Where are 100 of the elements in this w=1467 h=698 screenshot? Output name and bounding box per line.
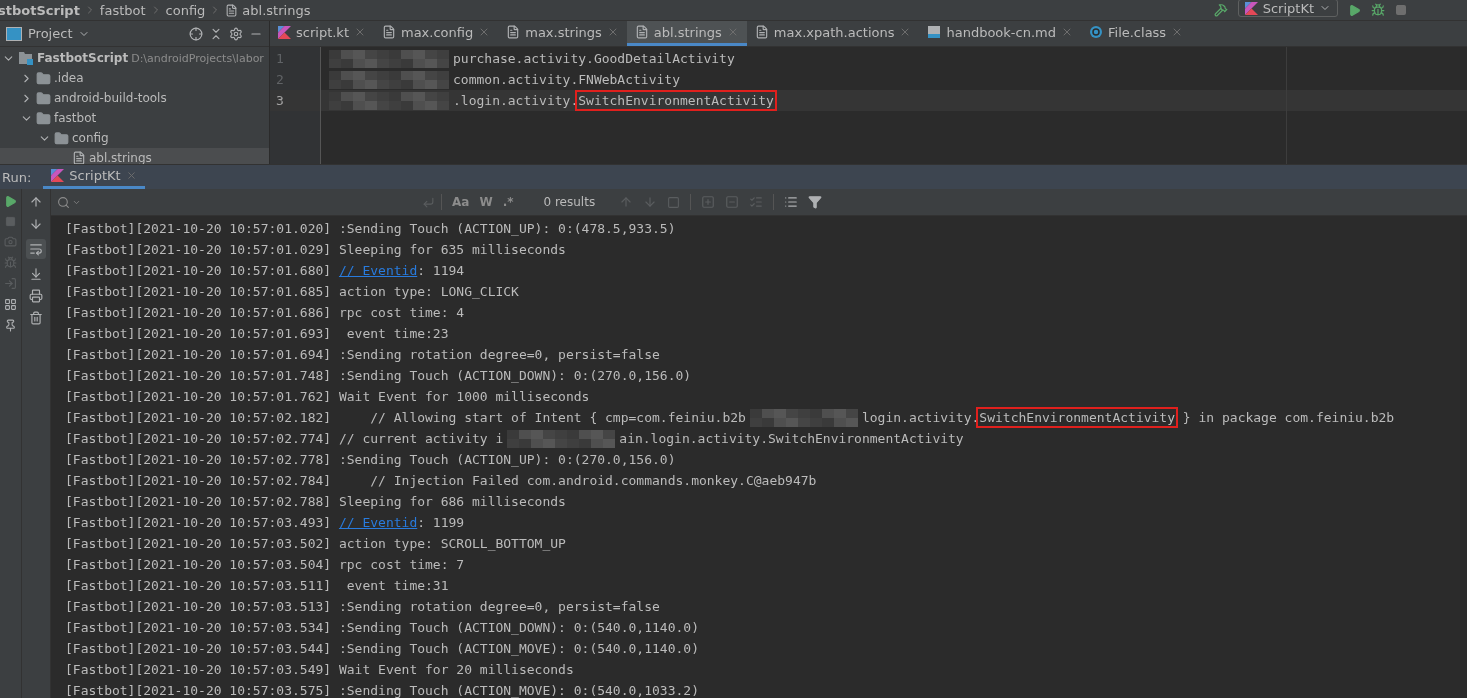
event-link[interactable]: // Eventid	[338, 263, 418, 278]
search-option[interactable]: W	[479, 195, 493, 209]
layout-icon[interactable]	[4, 298, 17, 311]
editor-tab[interactable]: handbook-cn.md	[919, 21, 1081, 46]
arrow-up-icon[interactable]	[29, 195, 43, 209]
tree-item[interactable]: .idea	[0, 68, 269, 88]
tree-item[interactable]: config	[0, 128, 269, 148]
filter-icon[interactable]	[808, 195, 823, 209]
add-occurrence-icon[interactable]	[701, 195, 716, 209]
exit-icon[interactable]	[4, 277, 17, 290]
editor-tab[interactable]: max.xpath.actions	[746, 21, 920, 46]
markdown-file-icon	[927, 25, 942, 39]
stop-icon[interactable]	[5, 216, 16, 227]
remove-occurrence-icon[interactable]	[725, 195, 740, 209]
editor-tab[interactable]: File.class	[1081, 21, 1192, 46]
code-text: // current activity i	[338, 431, 504, 446]
file-icon	[72, 151, 86, 164]
tree-item[interactable]: abl.strings	[0, 148, 269, 164]
search-icon	[57, 195, 70, 209]
code-text: Wait Event for 1000 milliseconds	[338, 389, 590, 404]
log-timestamp: [Fastbot][2021-10-20 10:57:01.686]	[65, 305, 332, 320]
project-view-selector[interactable]: Project	[28, 26, 73, 41]
log-timestamp: [Fastbot][2021-10-20 10:57:01.020]	[65, 221, 332, 236]
code-text: rpc cost time: 7	[338, 557, 465, 572]
project-path: D:\androidProjects\labor	[131, 51, 264, 65]
log-timestamp: [Fastbot][2021-10-20 10:57:02.778]	[65, 452, 332, 467]
soft-wrap-button[interactable]	[26, 239, 46, 259]
enter-icon[interactable]	[422, 195, 435, 209]
log-timestamp: [Fastbot][2021-10-20 10:57:01.685]	[65, 284, 332, 299]
log-timestamp: [Fastbot][2021-10-20 10:57:03.549]	[65, 662, 332, 677]
line-number: 3	[270, 90, 320, 111]
editor-tab[interactable]: abl.strings	[626, 21, 747, 46]
close-icon[interactable]	[1061, 26, 1073, 38]
code-text: :Sending Touch (ACTION_MOVE): 0:(540.0,1140.0)	[338, 641, 699, 656]
editor-tab[interactable]: max.strings	[498, 21, 627, 46]
trash-icon[interactable]	[29, 311, 43, 325]
folder-icon	[36, 110, 51, 126]
class-icon	[1089, 25, 1103, 39]
code-text: purchase.activity.GoodDetailActivity	[453, 51, 735, 66]
run-config-select[interactable]: ScriptKt	[1237, 0, 1338, 17]
debug-icon[interactable]	[1371, 3, 1385, 17]
locate-icon[interactable]	[189, 26, 203, 41]
module-folder-icon	[18, 51, 34, 65]
log-timestamp: [Fastbot][2021-10-20 10:57:01.693]	[65, 326, 332, 341]
log-timestamp: [Fastbot][2021-10-20 10:57:02.784]	[65, 473, 332, 488]
debug-icon[interactable]	[4, 256, 17, 269]
close-icon[interactable]	[354, 26, 366, 38]
close-icon[interactable]	[125, 170, 137, 181]
file-icon	[225, 3, 239, 17]
folder-icon	[54, 130, 69, 146]
event-link[interactable]: // Eventid	[338, 515, 418, 530]
hammer-icon[interactable]	[1213, 3, 1228, 17]
rerun-icon[interactable]	[4, 195, 17, 208]
code-text: login.activity.	[861, 410, 980, 425]
log-timestamp: [Fastbot][2021-10-20 10:57:01.680]	[65, 263, 332, 278]
tree-item[interactable]: fastbot	[0, 108, 269, 128]
editor-tab[interactable]: script.kt	[270, 21, 374, 46]
tree-item-label: fastbot	[54, 111, 97, 125]
code-text: // Injection Failed com.android.commands.monkey.C@aeb947b	[369, 473, 817, 488]
list-icon[interactable]	[784, 195, 799, 209]
log-timestamp: [Fastbot][2021-10-20 10:57:03.544]	[65, 641, 332, 656]
log-timestamp: [Fastbot][2021-10-20 10:57:03.493]	[65, 515, 332, 530]
search-option[interactable]: .*	[502, 195, 514, 209]
highlighted-text: SwitchEnvironmentActivity	[578, 93, 774, 108]
log-timestamp: [Fastbot][2021-10-20 10:57:01.029]	[65, 242, 332, 257]
kotlin-icon	[1244, 1, 1258, 15]
breadcrumb-item[interactable]: fastbot	[99, 2, 146, 18]
run-label: Run:	[2, 169, 32, 185]
print-icon[interactable]	[29, 289, 43, 303]
code-text: action type: SCROLL_BOTTOM_UP	[338, 536, 566, 551]
previous-icon[interactable]	[619, 195, 634, 209]
log-timestamp: [Fastbot][2021-10-20 10:57:02.774]	[65, 431, 332, 446]
code-text: ain.login.activity.SwitchEnvironmentActivity	[619, 431, 964, 446]
code-text: :Sending Touch (ACTION_UP): 0:(478.5,933.5)	[338, 221, 676, 236]
tree-item-label: .idea	[54, 71, 84, 85]
breadcrumb-item[interactable]: config	[165, 2, 206, 18]
collapse-icon[interactable]	[209, 26, 223, 41]
stop-icon[interactable]	[1395, 4, 1407, 16]
file-icon	[634, 25, 649, 39]
pin-icon[interactable]	[4, 319, 17, 332]
code-text: action type: LONG_CLICK	[338, 284, 519, 299]
breadcrumb-item[interactable]: abl.strings	[242, 2, 311, 18]
file-icon	[506, 25, 521, 39]
run-icon[interactable]	[1348, 3, 1361, 17]
tree-item[interactable]: android-build-tools	[0, 88, 269, 108]
arrow-down-icon[interactable]	[29, 217, 43, 231]
select-occurrences-icon[interactable]	[749, 195, 764, 209]
scroll-to-end-icon[interactable]	[29, 267, 43, 281]
camera-icon[interactable]	[4, 235, 17, 248]
code-text: : 1199	[417, 515, 465, 530]
file-icon	[754, 25, 769, 39]
editor-tab[interactable]: max.config	[374, 21, 499, 46]
tree-item[interactable]: FastbotScript D:\androidProjects\labor	[0, 48, 269, 68]
kotlin-icon	[278, 25, 291, 39]
code-text: : 1194	[417, 263, 465, 278]
code-text: Sleeping for 686 milliseconds	[338, 494, 566, 509]
log-timestamp: [Fastbot][2021-10-20 10:57:03.575]	[65, 683, 332, 698]
search-option[interactable]: Aa	[452, 195, 470, 209]
settings-icon[interactable]	[229, 26, 243, 41]
select-all-icon[interactable]	[667, 195, 681, 209]
